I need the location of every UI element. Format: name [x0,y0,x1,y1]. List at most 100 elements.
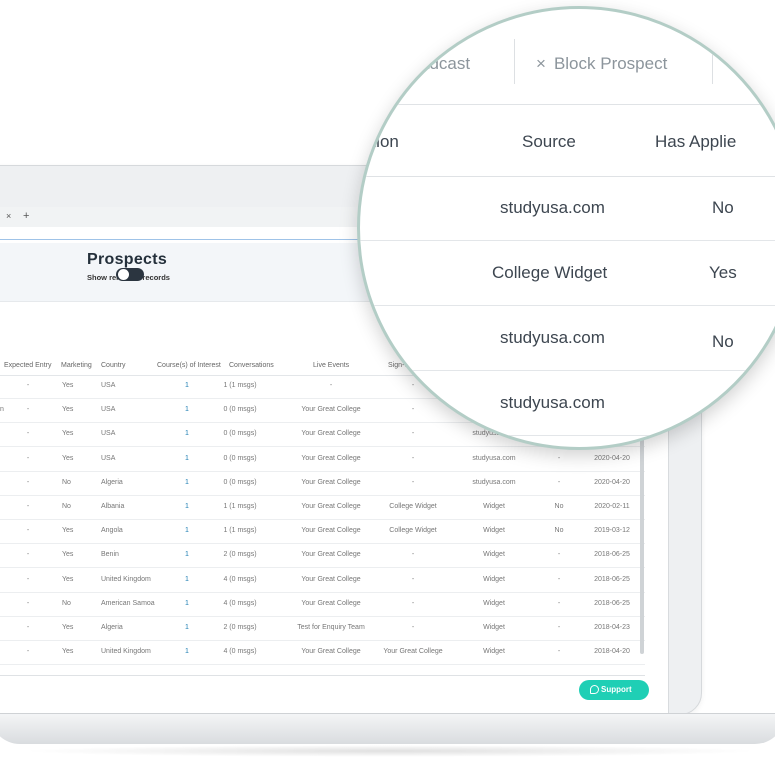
cell-live-events: Your Great College [301,648,361,656]
cell-conversations: 0 (0 msgs) [223,478,257,486]
cell-marketing: Yes [62,624,74,631]
magnified-row[interactable]: College Widget Yes [360,241,775,306]
cell-entry: - [26,527,30,535]
cell-applied: - [557,648,561,656]
magnifier-callout: adcast × Block Prospect ation Source Has … [357,6,775,450]
table-row[interactable]: - Yes Benin 1 2 (0 msgs) Your Great College - W… [0,544,645,569]
cell-applied: - [557,478,561,486]
new-tab-icon[interactable]: + [23,210,29,222]
cell-marketing: Yes [62,382,74,389]
tab-close-icon[interactable]: × [6,211,11,221]
broadcast-button[interactable]: adcast [420,54,470,74]
cell-entry: - [26,624,30,631]
table-row[interactable]: - Yes Algeria 1 2 (0 msgs) Test for Enquiry T… [0,617,645,641]
cell-conversations: 4 (0 msgs) [223,575,257,583]
cell-conversations: 0 (0 msgs) [223,454,257,462]
cell-live-events: Your Great College [301,551,361,559]
block-prospect-button[interactable]: × Block Prospect [536,54,667,74]
col-country[interactable]: Country [101,362,126,369]
col-live-events[interactable]: Live Events [313,362,349,369]
magnified-applied-cell: No [712,198,734,217]
cell-country: USA [101,430,116,438]
cell-marketing: No [62,503,71,510]
magnified-toolbar: adcast × Block Prospect [360,9,775,105]
cell-courses[interactable]: 1 [185,406,189,413]
cell-date: 2020-04-20 [594,454,630,462]
cell-country: American Samoa [101,599,155,607]
cell-signup: - [411,624,415,631]
table-row[interactable]: - Yes United Kingdom 1 4 (0 msgs) Your Great … [0,569,645,593]
cell-country: United Kingdom [101,648,151,656]
table-row[interactable]: - Yes Angola 1 1 (1 msgs) Your Great College C… [0,520,645,545]
cell-marketing: No [62,599,71,607]
col-courses[interactable]: Course(s) of Interest [157,362,221,369]
table-row[interactable]: - No American Samoa 1 4 (0 msgs) Your Great C… [0,593,645,617]
magnified-col-partial[interactable]: ation [362,132,399,152]
cell-courses[interactable]: 1 [185,479,189,486]
magnified-row[interactable]: studyusa.com No [360,176,775,241]
cell-entry: - [26,430,30,438]
cell-courses[interactable]: 1 [185,600,189,607]
cell-courses[interactable]: 1 [185,576,189,583]
chat-bubble-icon [590,685,599,694]
cell-applied: No [554,503,564,510]
cell-marketing: Yes [62,527,74,535]
table-row[interactable]: - No Algeria 1 0 (0 msgs) Your Great College -… [0,472,645,496]
table-row[interactable]: - No Albania 1 1 (1 msgs) Your Great College C… [0,496,645,520]
cell-courses[interactable]: 1 [185,382,189,389]
cell-entry: - [26,575,30,583]
magnified-source-cell: studyusa.com [500,198,605,217]
cell-live-events: Your Great College [301,406,361,414]
show-removed-toggle[interactable] [116,268,144,281]
cell-conversations: 1 (1 msgs) [223,527,257,535]
cell-signup: - [411,575,415,583]
cell-live-events: - [329,382,333,389]
cell-signup: - [411,454,415,462]
cell-conversations: 2 (0 msgs) [223,624,257,631]
cell-marketing: Yes [62,430,74,438]
cell-courses[interactable]: 1 [185,648,189,655]
cell-marketing: Yes [62,551,74,559]
cell-conversations: 0 (0 msgs) [223,406,257,414]
cell-courses[interactable]: 1 [185,430,189,437]
cell-date: 2018-04-23 [594,624,630,631]
magnified-source-cell: studyusa.com [500,328,605,347]
col-expected-entry[interactable]: Expected Entry [4,362,51,369]
cell-courses[interactable]: 1 [185,455,189,462]
table-row[interactable]: - Yes USA 1 0 (0 msgs) Your Great College - stu… [0,448,645,472]
table-row[interactable]: - Yes United Kingdom 1 4 (0 msgs) Your Great … [0,641,645,666]
toolbar-divider [514,39,515,84]
cell-marketing: Yes [62,406,74,414]
magnified-row[interactable]: studyusa.com [360,371,775,436]
cell-source: Widget [483,599,505,607]
cell-date: 2020-02-11 [594,503,630,510]
cell-date: 2019-03-12 [594,527,630,535]
cell-conversations: 1 (1 msgs) [223,503,257,510]
cell-country: USA [101,454,116,462]
magnified-col-source[interactable]: Source [522,132,576,152]
cell-marketing: Yes [62,454,74,462]
cell-country: USA [101,406,116,414]
cell-conversations: 2 (0 msgs) [223,551,257,559]
cell-source: Widget [483,551,505,559]
cell-courses[interactable]: 1 [185,527,189,534]
address-field[interactable] [0,230,360,240]
cell-country: Albania [101,503,125,510]
cell-entry: - [26,478,30,486]
laptop-shadow [20,745,760,757]
cell-conversations: 4 (0 msgs) [223,648,257,656]
cell-source: Widget [483,575,505,583]
cell-courses[interactable]: 1 [185,551,189,558]
cell-entry: - [26,382,30,389]
magnified-row[interactable]: studyusa.com No [360,306,775,371]
cell-live-events: Your Great College [301,454,361,462]
cell-live-events: Your Great College [301,430,361,438]
col-conversations[interactable]: Conversations [229,362,274,369]
col-marketing[interactable]: Marketing [61,362,92,369]
cell-courses[interactable]: 1 [185,503,189,510]
cell-country: USA [101,382,116,389]
cell-courses[interactable]: 1 [185,624,189,631]
cell-signup: College Widget [389,527,437,535]
support-button[interactable]: Support [579,680,649,700]
magnified-col-has-applied[interactable]: Has Applie [655,132,736,152]
